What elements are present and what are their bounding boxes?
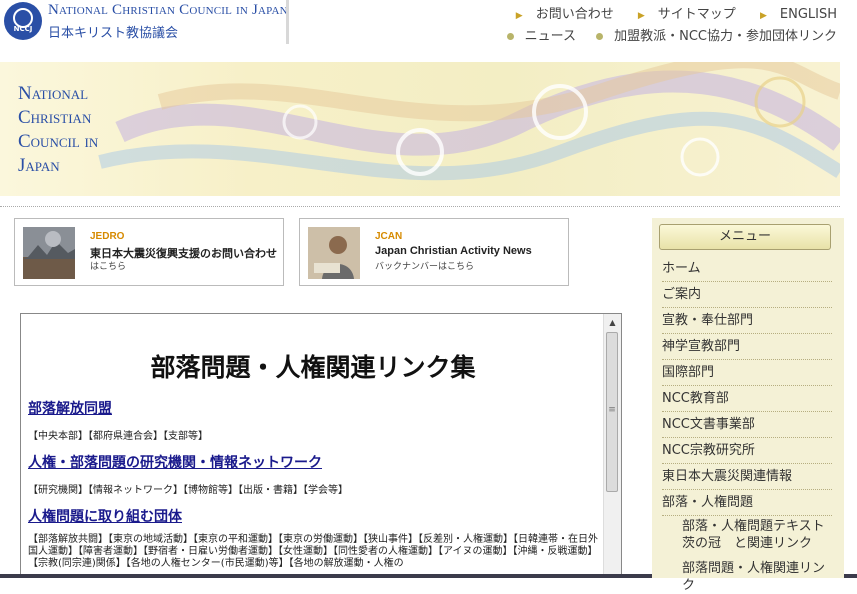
sidebar-item-human-rights[interactable]: 部落・人権問題 <box>662 490 832 516</box>
contact-link[interactable]: ▶ お問い合わせ <box>506 7 614 22</box>
site-header: NCCJ National Christian Council in Japan… <box>0 0 857 58</box>
contact-link-label: お問い合わせ <box>535 7 614 22</box>
banner-line: Japan <box>18 155 60 176</box>
triangle-icon: ▶ <box>759 11 767 21</box>
sitemap-link[interactable]: ▶ サイトマップ <box>628 7 736 22</box>
english-link[interactable]: ▶ ENGLISH <box>750 7 837 22</box>
banner-line: Council in <box>18 131 99 152</box>
sub-links: ニュース 加盟教派・NCC協力・参加団体リンク <box>491 25 837 44</box>
divider <box>0 206 840 207</box>
sidebar-item-about[interactable]: ご案内 <box>662 282 832 308</box>
sidebar-item-earthquake[interactable]: 東日本大震災関連情報 <box>662 464 832 490</box>
grip-icon: ≡ <box>608 405 616 415</box>
triangle-icon: ▶ <box>637 11 645 21</box>
member-links-label: 加盟教派・NCC協力・参加団体リンク <box>614 29 837 44</box>
hero-banner: National Christian Council in Japan <box>0 62 840 196</box>
menu-heading: メニュー <box>659 224 831 250</box>
sidebar-item-mission[interactable]: 宣教・奉仕部門 <box>662 308 832 334</box>
logo-text: NCCJ <box>13 25 33 33</box>
disaster-photo <box>23 227 75 279</box>
org-name-jp[interactable]: 日本キリスト教協議会 <box>48 22 178 41</box>
news-link[interactable]: ニュース <box>499 29 576 44</box>
sidebar-item-literature[interactable]: NCC文書事業部 <box>662 412 832 438</box>
sidebar-subitem-text[interactable]: 部落・人権問題テキスト 茨の冠 と関連リンク <box>682 518 832 552</box>
section-link-research[interactable]: 人権・部落問題の研究機関・情報ネットワーク <box>28 452 322 472</box>
banner-title: National Christian Council in Japan <box>18 82 98 178</box>
bullet-icon <box>596 33 604 40</box>
jcan-card[interactable]: JCAN Japan Christian Activity News バックナン… <box>299 218 569 286</box>
sidebar-item-home[interactable]: ホーム <box>662 256 832 282</box>
sidebar-subitem-links[interactable]: 部落問題・人権関連リンク <box>682 560 832 594</box>
sidebar-item-theology[interactable]: 神学宣教部門 <box>662 334 832 360</box>
section-items[interactable]: 【研究機関】【情報ネットワーク】【博物館等】【出版・書籍】【学会等】 <box>28 481 348 496</box>
page-title: 部落問題・人権関連リンク集 <box>150 353 476 382</box>
nccj-logo[interactable]: NCCJ <box>4 2 42 40</box>
english-link-label: ENGLISH <box>779 7 837 22</box>
header-divider <box>286 0 289 44</box>
sidebar-item-education[interactable]: NCC教育部 <box>662 386 832 412</box>
sidebar: メニュー ホーム ご案内 宣教・奉仕部門 神学宣教部門 国際部門 NCC教育部 … <box>652 218 844 593</box>
person-photo <box>308 227 360 279</box>
card-tag: JEDRO <box>90 231 125 242</box>
triangle-icon: ▶ <box>515 11 523 21</box>
news-link-label: ニュース <box>524 29 576 44</box>
sidebar-item-religion-institute[interactable]: NCC宗教研究所 <box>662 438 832 464</box>
links-frame[interactable]: 部落問題・人権関連リンク集 部落解放同盟 【中央本部】【都府県連合会】【支部等】… <box>20 313 622 578</box>
banner-line: National <box>18 83 89 104</box>
section-link-buraku-kaiho[interactable]: 部落解放同盟 <box>28 398 112 418</box>
top-links: ▶ お問い合わせ ▶ サイトマップ ▶ ENGLISH <box>496 3 837 22</box>
card-subtitle: バックナンバーはこちら <box>375 262 475 272</box>
vertical-scrollbar[interactable]: ▲ ≡ <box>603 314 621 577</box>
scroll-up-icon[interactable]: ▲ <box>604 314 621 331</box>
scroll-thumb[interactable]: ≡ <box>606 332 618 492</box>
card-tag: JCAN <box>375 231 403 242</box>
banner-line: Christian <box>18 107 92 128</box>
sitemap-link-label: サイトマップ <box>657 7 736 22</box>
section-items[interactable]: 【部落解放共闘】【東京の地域活動】【東京の平和運動】【東京の労働運動】【狭山事件… <box>28 534 598 570</box>
sidebar-item-international[interactable]: 国際部門 <box>662 360 832 386</box>
member-links-link[interactable]: 加盟教派・NCC協力・参加団体リンク <box>588 29 837 44</box>
card-subtitle: はこちら <box>90 262 127 272</box>
section-link-organizations[interactable]: 人権問題に取り組む団体 <box>28 506 182 526</box>
card-title: Japan Christian Activity News <box>375 245 532 257</box>
swirl-decoration <box>98 62 840 181</box>
bullet-icon <box>506 33 514 40</box>
jedro-card[interactable]: JEDRO 東日本大震災復興支援のお問い合わせ はこちら <box>14 218 284 286</box>
section-items[interactable]: 【中央本部】【都府県連合会】【支部等】 <box>28 427 208 442</box>
org-name-en[interactable]: National Christian Council in Japan <box>48 2 288 19</box>
